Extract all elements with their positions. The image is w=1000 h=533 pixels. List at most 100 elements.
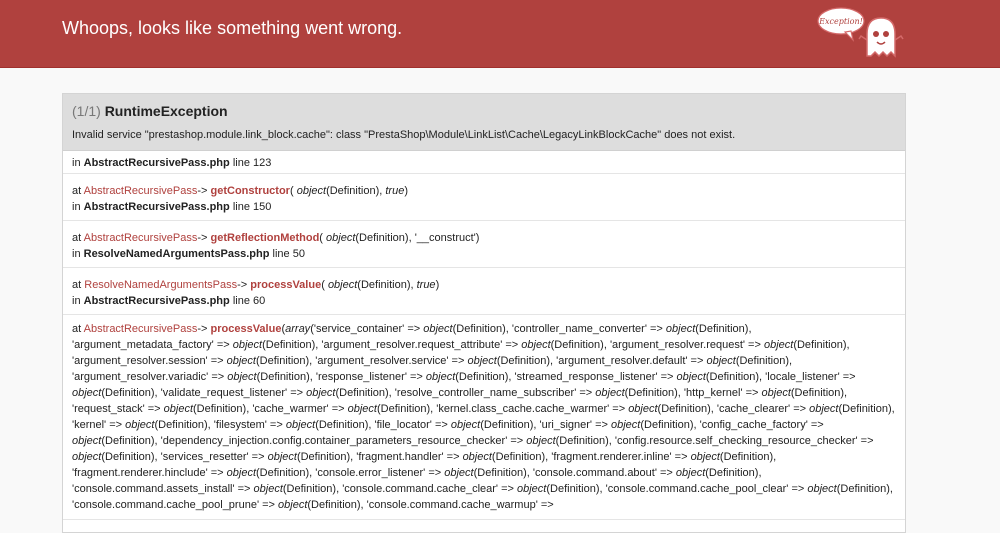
trace-arg-key: 'console.command.cache_pool_prune' => [72,499,279,511]
trace-method: processValue [250,279,322,291]
trace-arg-bool: true [385,185,405,197]
trace-item: at ResolveNamedArgumentsPass-> processVa… [63,268,905,315]
trace-file: ResolveNamedArgumentsPass.php [83,248,270,260]
trace-arg-value: (Definition), [695,323,752,335]
trace-call: at AbstractRecursivePass-> getReflection… [72,230,896,246]
trace-arg-type: object [761,387,791,399]
trace-arg-value: (Definition), '__construct') [355,232,480,244]
trace-arg-value: (Definition), [790,387,848,399]
trace-arg-value: (Definition), [315,419,375,431]
trace-arg-value: (Definition), [101,451,161,463]
trace-args-open: ( [319,232,323,244]
trace-line: line 123 [232,157,272,169]
trace-arg-value: (Definition), [282,483,343,495]
trace-arg-type: object [610,419,641,431]
ghost-exception-icon: Exception! [817,7,904,58]
trace-arg-value: (Definition), [335,387,395,399]
trace-arg: 'argument_resolver.service' => object(De… [315,355,556,367]
trace-arg-key: 'resolve_controller_name_subscriber' => [394,387,596,399]
trace-at-label: at [72,232,82,244]
trace-arg: 'console.command.cache_warmup' => [367,499,554,511]
trace-arg-value: (Definition), [256,467,316,479]
error-header: Whoops, looks like something went wrong.… [0,0,1000,68]
trace-arg-value: (Definition), [101,387,161,399]
trace-arg-value: (Definition), [255,355,316,367]
trace-arg-value: (Definition), [555,435,615,447]
trace-arg: 'argument_resolver.session' => object(De… [72,355,315,367]
trace-method: processValue [210,323,282,335]
trace-arg-key: 'console.command.cache_warmup' => [366,499,554,511]
trace-class: ResolveNamedArgumentsPass [84,279,238,291]
trace-arg-key: 'fragment.renderer.hinclude' => [72,467,227,479]
trace-arg-key: 'file_locator' => [374,419,451,431]
trace-arg-key: 'console.command.cache_pool_clear' => [605,483,808,495]
trace-arg-key: 'cache_clearer' => [716,403,810,415]
trace-arg-type: object [226,355,256,367]
trace-arg-key: 'dependency_injection.config.container_p… [160,435,527,447]
trace-file: AbstractRecursivePass.php [83,201,230,213]
trace-arg: 'kernel.class_cache.cache_warmer' => obj… [436,403,717,415]
trace-method: getReflectionMethod [210,232,320,244]
trace-location: in ResolveNamedArgumentsPass.php line 50 [72,246,896,262]
trace-args-close: ) [435,279,440,291]
trace-args-list: 'service_container' => object(Definition… [72,323,895,511]
trace-arg-key: 'argument_resolver.variadic' => [72,371,228,383]
trace-arg-value: (Definition), [719,451,777,463]
trace-arg-type: object [278,499,308,511]
trace-arg-key: 'uri_signer' => [539,419,611,431]
trace-arg-type: object [444,467,474,479]
trace-arg: 'dependency_injection.config.container_p… [161,435,615,447]
trace-line: line 60 [232,295,266,307]
trace-arg-type: object [72,387,102,399]
trace-arg: 'argument_resolver.request_attribute' =>… [321,339,610,351]
trace-arg-key: 'controller_name_converter' => [511,323,666,335]
trace-arg-type: object [690,451,720,463]
trace-arg: 'fragment.renderer.hinclude' => object(D… [72,467,315,479]
trace-arg-value: (Definition), [793,339,850,351]
trace-arg-type: object [327,279,358,291]
trace-arg-value: (Definition), [624,387,684,399]
trace-arg-key: 'config.resource.self_checking_resource_… [614,435,874,447]
trace-arg-key: 'services_resetter' => [160,451,268,463]
trace-arg-type: object [347,403,377,415]
trace-arg-key: 'argument_resolver.request_attribute' => [321,339,522,351]
trace-line: line 50 [272,248,305,260]
trace-arg-value: (Definition), [838,403,895,415]
trace-arg-type: object [267,451,297,463]
trace-args-open: ( [321,279,325,291]
trace-in-label: in [72,295,81,307]
trace-arg-key: 'config_cache_factory' => [699,419,824,431]
trace-arg-value: (Definition), [357,279,417,291]
trace-arg-key: 'http_kernel' => [683,387,762,399]
trace-arg-type: object [521,339,551,351]
trace-arg: 'console.command.assets_install' => obje… [72,483,342,495]
exception-message: Invalid service "prestashop.module.link_… [72,129,736,141]
trace-arg: 'argument_resolver.variadic' => object(D… [72,371,316,383]
trace-arg-value: (Definition), [296,451,357,463]
trace-method: getConstructor [210,185,290,197]
trace-arg: 'controller_name_converter' => object(De… [512,323,752,335]
trace-arg-key: 'argument_resolver.request' => [609,339,764,351]
trace-arg-value: (Definition), [193,403,253,415]
trace-arg-type: array [285,323,311,335]
trace-file: AbstractRecursivePass.php [83,295,230,307]
trace-arg-key: 'console.command.assets_install' => [72,483,254,495]
trace-arg: 'cache_clearer' => object(Definition), [717,403,895,415]
trace-arg-type: object [163,403,194,415]
trace-arg-key: 'service_container' => [313,323,424,335]
trace-arg: 'cache_warmer' => object(Definition), [252,403,436,415]
trace-arg-value: (Definition), [455,371,515,383]
trace-in-label: in [72,248,81,260]
trace-item: at AbstractRecursivePass-> getConstructo… [63,174,905,221]
trace-arg: 'services_resetter' => object(Definition… [161,451,357,463]
trace-arrow: -> [197,323,208,335]
trace-class: AbstractRecursivePass [83,232,198,244]
trace-item: at AbstractRecursivePass-> processValue (… [63,315,905,520]
trace-arg-value: (Definition), [307,499,367,511]
trace-arg-type: object [665,323,696,335]
trace-arg-key: 'validate_request_listener' => [160,387,307,399]
trace-arg-key: 'fragment.handler' => [356,451,463,463]
svg-text:Exception!: Exception! [818,17,863,26]
trace-arg: 'service_container' => object(Definition… [314,323,512,335]
exception-panel: (1/1) RuntimeException Invalid service "… [62,93,906,533]
